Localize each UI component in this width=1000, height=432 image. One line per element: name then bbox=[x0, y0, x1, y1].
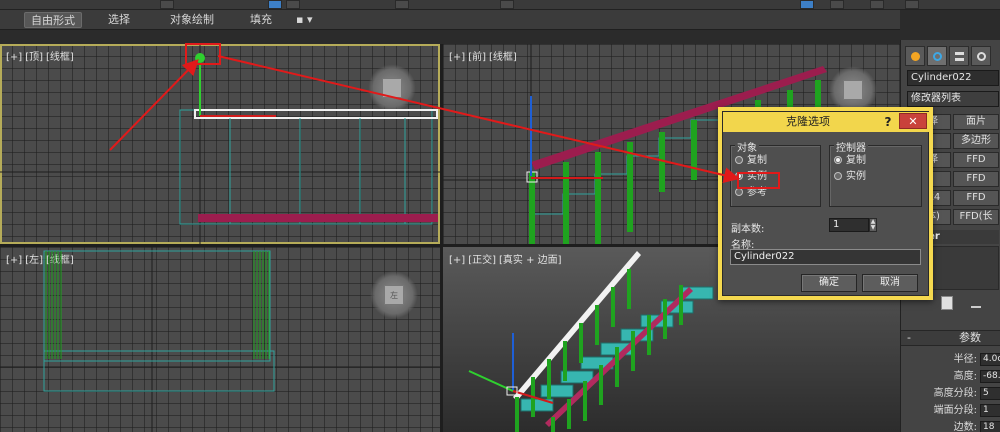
toolbar-button[interactable] bbox=[286, 0, 300, 9]
help-button[interactable]: ? bbox=[881, 112, 895, 132]
sun-icon bbox=[911, 52, 920, 61]
motion-tab[interactable] bbox=[971, 46, 991, 66]
viewport-top[interactable]: [+] [顶] [线框] bbox=[0, 44, 440, 244]
toolbar-button[interactable] bbox=[830, 0, 844, 9]
sides-spinner[interactable]: 18 bbox=[980, 421, 1000, 432]
radio-button[interactable] bbox=[735, 156, 743, 164]
tab-object-paint[interactable]: 对象绘制 bbox=[164, 12, 220, 28]
modifier-button[interactable]: 面片 bbox=[953, 114, 999, 130]
toolbar-button[interactable] bbox=[905, 0, 919, 9]
modifier-button[interactable]: 多边形 bbox=[953, 133, 999, 149]
toolbar-toggle-button[interactable] bbox=[800, 0, 814, 9]
left-view-geometry bbox=[0, 247, 440, 432]
height-spinner[interactable]: -68.7 bbox=[980, 370, 1000, 383]
max-workspace: 自由形式 选择 对象绘制 填充 ▪ ▾ [+] [顶] [线框] [+][前] … bbox=[0, 0, 1000, 432]
hierarchy-tab[interactable] bbox=[949, 46, 969, 66]
modifier-list-dropdown[interactable]: 修改器列表 bbox=[907, 91, 999, 107]
clone-options-body: 克隆选项 ? ✕ 对象 复制 实例 参考 控制器 复制 实例 副本数: 1 ▲ ▼… bbox=[722, 111, 930, 296]
param-cap-segments: 端面分段: 1 bbox=[901, 404, 1000, 418]
cap-segments-spinner[interactable]: 1 bbox=[980, 404, 1000, 417]
radio-button[interactable] bbox=[735, 188, 743, 196]
clone-name-field[interactable]: Cylinder022 bbox=[730, 249, 921, 265]
controller-radio-copy[interactable]: 复制 bbox=[834, 154, 866, 168]
height-segments-spinner[interactable]: 5 bbox=[980, 387, 1000, 400]
create-tab[interactable] bbox=[905, 46, 925, 66]
radio-button[interactable] bbox=[834, 172, 842, 180]
ribbon-tabs: 自由形式 选择 对象绘制 填充 ▪ ▾ bbox=[0, 10, 900, 30]
close-button[interactable]: ✕ bbox=[899, 113, 927, 129]
controller-radio-instance[interactable]: 实例 bbox=[834, 170, 866, 184]
spinner-arrows[interactable]: ▲ ▼ bbox=[869, 218, 877, 232]
remove-modifier-icon[interactable] bbox=[971, 296, 981, 308]
ribbon-options-dropdown[interactable]: ▪ ▾ bbox=[290, 12, 318, 28]
param-sides: 边数: 18 bbox=[901, 421, 1000, 432]
instance-highlight-box bbox=[737, 172, 780, 189]
main-toolbar bbox=[0, 0, 1000, 10]
modifier-button[interactable]: FFD bbox=[953, 190, 999, 206]
modify-arc-icon bbox=[933, 52, 942, 61]
tab-selection[interactable]: 选择 bbox=[102, 12, 136, 28]
parameters-rollout-header[interactable]: - 参数 bbox=[901, 330, 1000, 346]
modifier-button[interactable]: FFD(长 bbox=[953, 209, 999, 225]
toolbar-button[interactable] bbox=[500, 0, 514, 9]
pin-stack-icon[interactable] bbox=[941, 296, 953, 310]
top-view-geometry bbox=[0, 44, 440, 244]
toolbar-button[interactable] bbox=[870, 0, 884, 9]
copies-spinner[interactable]: 1 bbox=[829, 218, 869, 232]
tab-populate[interactable]: 填充 bbox=[244, 12, 278, 28]
controller-group-title: 控制器 bbox=[834, 139, 868, 154]
object-name-field[interactable]: Cylinder022 bbox=[907, 70, 999, 86]
cancel-button[interactable]: 取消 bbox=[862, 274, 918, 292]
param-radius: 半径: 4.0c bbox=[901, 353, 1000, 367]
modify-tab[interactable] bbox=[927, 46, 947, 66]
controller-group: 控制器 复制 实例 bbox=[829, 139, 922, 207]
motion-icon bbox=[977, 52, 986, 61]
dialog-title-bar[interactable]: 克隆选项 ? ✕ bbox=[723, 112, 930, 132]
object-group-title: 对象 bbox=[735, 139, 759, 154]
select-move-button[interactable] bbox=[268, 0, 282, 9]
param-height: 高度: -68.7 bbox=[901, 370, 1000, 384]
command-panel-tabs bbox=[901, 44, 1000, 66]
radio-button[interactable] bbox=[834, 156, 842, 164]
toolbar-button[interactable] bbox=[395, 0, 409, 9]
dialog-title: 克隆选项 bbox=[786, 115, 830, 128]
hierarchy-icon bbox=[955, 52, 964, 61]
copies-label: 副本数: bbox=[731, 224, 765, 235]
modifier-button[interactable]: FFD bbox=[953, 152, 999, 168]
ok-button[interactable]: 确定 bbox=[801, 274, 857, 292]
tab-freeform[interactable]: 自由形式 bbox=[24, 12, 82, 28]
radio-copy[interactable]: 复制 bbox=[735, 154, 767, 168]
param-height-segments: 高度分段: 5 bbox=[901, 387, 1000, 401]
radius-spinner[interactable]: 4.0c bbox=[980, 353, 1000, 366]
toolbar-button[interactable] bbox=[160, 0, 174, 9]
viewport-left[interactable]: [+] [左] [线框] 左 bbox=[0, 247, 440, 432]
modifier-button[interactable]: FFD bbox=[953, 171, 999, 187]
clone-options-dialog: 克隆选项 ? ✕ 对象 复制 实例 参考 控制器 复制 实例 副本数: 1 ▲ ▼… bbox=[718, 107, 933, 300]
